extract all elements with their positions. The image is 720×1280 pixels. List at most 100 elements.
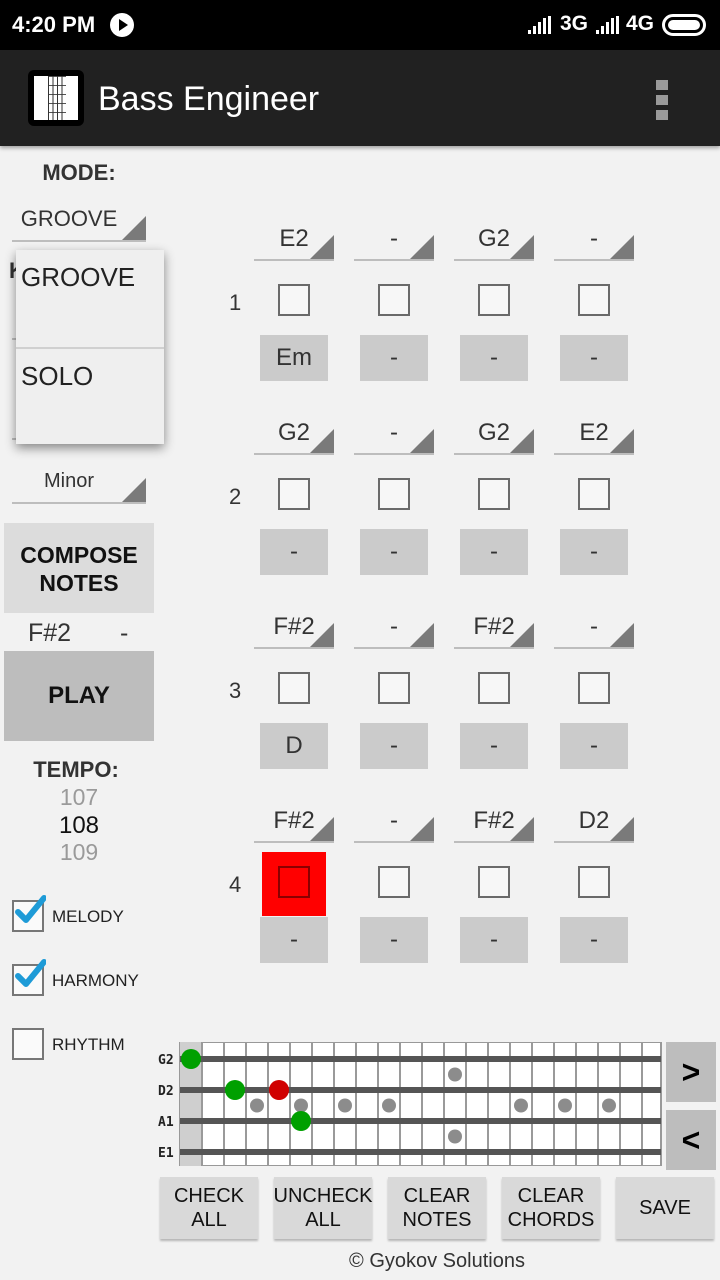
note-spinner[interactable]: F#2 — [454, 807, 534, 843]
beat-checkbox[interactable] — [578, 478, 610, 510]
mode-dropdown-popup: GROOVE SOLO — [16, 250, 164, 444]
measure-number: 2 — [229, 484, 242, 509]
scale-spinner[interactable]: Minor — [12, 464, 146, 504]
beat-checkbox[interactable] — [578, 866, 610, 898]
chord-button[interactable]: Em — [260, 335, 328, 381]
chord-button[interactable]: - — [360, 723, 428, 769]
fret-inlay-dot — [338, 1098, 352, 1113]
beat-checkbox[interactable] — [378, 672, 410, 704]
string-line — [180, 1149, 661, 1155]
spinner-arrow-icon — [310, 429, 334, 453]
chord-button[interactable]: - — [560, 335, 628, 381]
chord-button[interactable]: - — [560, 723, 628, 769]
signal-icon — [528, 16, 552, 34]
fret-inlay-dot — [558, 1098, 572, 1113]
note-spinner[interactable]: E2 — [254, 225, 334, 261]
fret-inlay-dot — [294, 1098, 308, 1113]
note-spinner[interactable]: F#2 — [254, 807, 334, 843]
beat-checkbox[interactable] — [278, 672, 310, 704]
save-button[interactable]: SAVE — [616, 1177, 714, 1239]
button-label-line: CHORDS — [507, 1209, 595, 1231]
checkbox-melody[interactable]: MELODY — [12, 895, 158, 934]
note-spinner[interactable]: - — [354, 419, 434, 455]
tempo-picker[interactable]: 107 108 109 — [0, 784, 158, 865]
clear-chords-button[interactable]: CLEAR CHORDS — [502, 1177, 600, 1239]
spinner-arrow-icon — [510, 623, 534, 647]
button-label-line: UNCHECK — [273, 1185, 373, 1207]
chord-button[interactable]: - — [460, 335, 528, 381]
mode-spinner[interactable]: GROOVE — [12, 200, 146, 242]
fretboard-note-marker — [291, 1111, 311, 1131]
note-spinner[interactable]: - — [354, 225, 434, 261]
play-button[interactable]: PLAY — [4, 651, 154, 741]
chord-button[interactable]: - — [460, 917, 528, 963]
note-spinner[interactable]: - — [354, 613, 434, 649]
measure-number: 3 — [229, 678, 242, 703]
checkbox-rhythm[interactable]: RHYTHM — [12, 1028, 158, 1062]
note-spinner[interactable]: F#2 — [454, 613, 534, 649]
button-label-line: ALL — [305, 1209, 341, 1231]
chord-button[interactable]: - — [260, 529, 328, 575]
check-all-button[interactable]: CHECK ALL — [160, 1177, 258, 1239]
beat-checkbox[interactable] — [478, 284, 510, 316]
chord-button[interactable]: - — [460, 529, 528, 575]
note-spinner[interactable]: - — [554, 225, 634, 261]
beat-checkbox[interactable] — [478, 478, 510, 510]
fretboard-prev-button[interactable]: < — [666, 1110, 716, 1170]
beat-checkbox[interactable] — [378, 478, 410, 510]
tempo-next: 109 — [59, 839, 99, 865]
chord-button[interactable]: - — [360, 335, 428, 381]
chord-button[interactable]: - — [560, 529, 628, 575]
note-spinner[interactable]: G2 — [454, 225, 534, 261]
note-spinner[interactable]: G2 — [454, 419, 534, 455]
chord-button[interactable]: D — [260, 723, 328, 769]
dropdown-option-solo[interactable]: SOLO — [16, 349, 164, 446]
beat-checkbox[interactable] — [278, 866, 310, 898]
fret-inlay-dot — [382, 1098, 396, 1113]
beat-checkbox[interactable] — [378, 866, 410, 898]
fretboard-next-button[interactable]: > — [666, 1042, 716, 1102]
beat-checkbox[interactable] — [578, 284, 610, 316]
chord-button[interactable]: - — [460, 723, 528, 769]
note-spinner[interactable]: F#2 — [254, 613, 334, 649]
button-label-line: SAVE — [639, 1197, 691, 1219]
overflow-menu-icon[interactable] — [656, 80, 670, 120]
fretboard[interactable]: G2 D2 A1 E1 — [158, 1042, 662, 1166]
beat-checkbox[interactable] — [378, 284, 410, 316]
string-line — [180, 1087, 661, 1093]
note-spinner[interactable]: G2 — [254, 419, 334, 455]
chord-button[interactable]: - — [360, 529, 428, 575]
measure-number: 4 — [229, 872, 242, 897]
dropdown-option-groove[interactable]: GROOVE — [16, 250, 164, 347]
checkbox-label: MELODY — [52, 907, 124, 926]
uncheck-all-button[interactable]: UNCHECK ALL — [274, 1177, 372, 1239]
chord-button[interactable]: - — [260, 917, 328, 963]
fret-inlay-dot — [514, 1098, 528, 1113]
beat-checkbox[interactable] — [278, 478, 310, 510]
note-spinner[interactable]: - — [554, 613, 634, 649]
spinner-arrow-icon — [510, 235, 534, 259]
spinner-arrow-icon — [410, 817, 434, 841]
beat-checkbox[interactable] — [278, 284, 310, 316]
button-label-line: CLEAR — [517, 1185, 585, 1207]
compose-notes-button[interactable]: COMPOSE NOTES — [4, 523, 154, 613]
chord-button[interactable]: - — [560, 917, 628, 963]
chord-button[interactable]: - — [360, 917, 428, 963]
button-label-line: CLEAR — [403, 1185, 471, 1207]
note-spinner[interactable]: D2 — [554, 807, 634, 843]
note-spinner[interactable]: - — [354, 807, 434, 843]
beat-checkbox[interactable] — [478, 866, 510, 898]
fret-inlay-dot — [448, 1067, 462, 1082]
spinner-arrow-icon — [510, 817, 534, 841]
spinner-arrow-icon — [410, 235, 434, 259]
checkbox-label: HARMONY — [52, 971, 139, 990]
compose-line-2: NOTES — [39, 570, 119, 596]
beat-checkbox[interactable] — [478, 672, 510, 704]
beat-checkbox[interactable] — [578, 672, 610, 704]
clear-notes-button[interactable]: CLEAR NOTES — [388, 1177, 486, 1239]
spinner-arrow-icon — [310, 817, 334, 841]
spinner-arrow-icon — [410, 623, 434, 647]
checkbox-harmony[interactable]: HARMONY — [12, 959, 158, 998]
checkbox-box[interactable] — [12, 1028, 44, 1060]
note-spinner[interactable]: E2 — [554, 419, 634, 455]
